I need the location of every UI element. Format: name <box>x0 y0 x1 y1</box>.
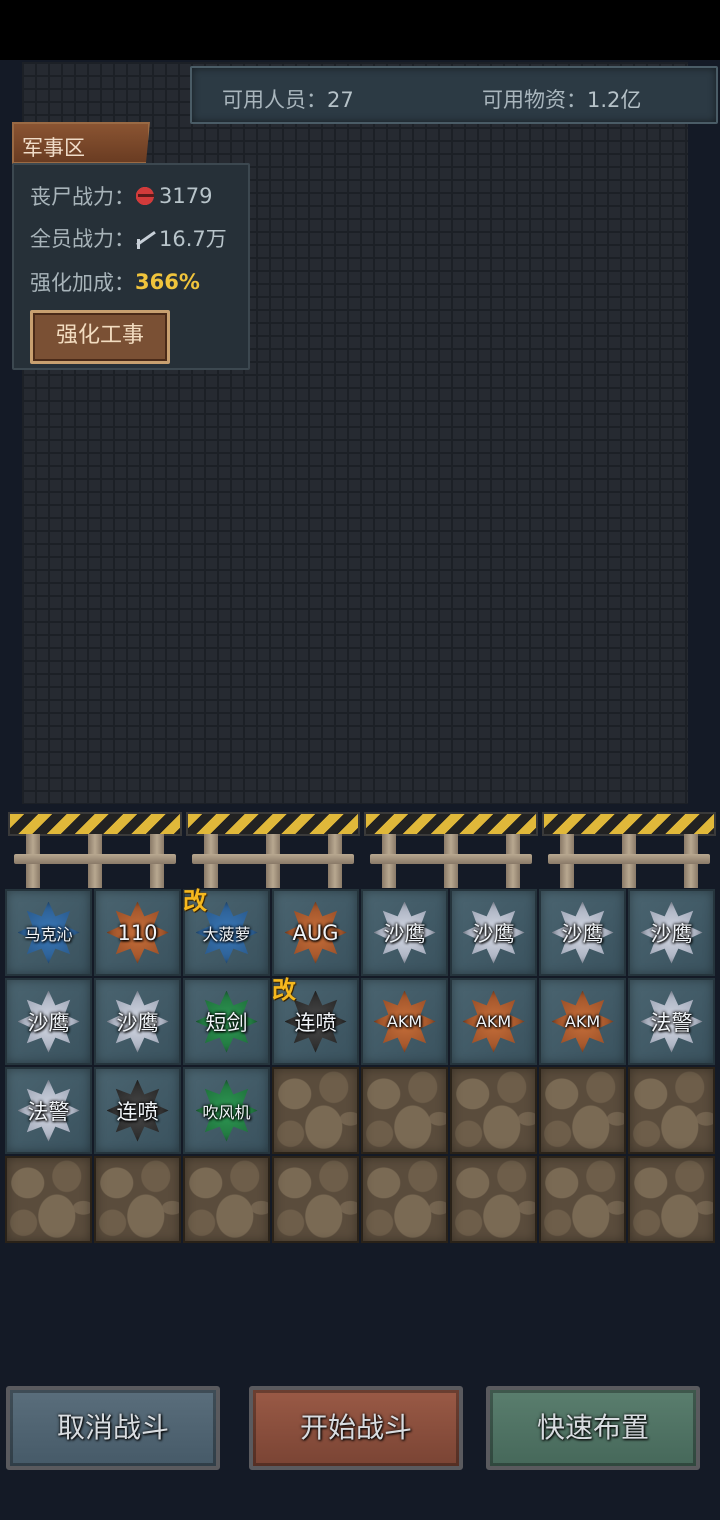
weapon-slot[interactable]: 沙鹰 <box>628 889 715 976</box>
weapon-grid: 马克沁 110 大菠萝改 AUG 沙鹰 沙鹰 沙鹰 沙鹰 沙鹰 沙鹰 短剑 连喷改 AKM AKM AKM 法… <box>4 887 716 1244</box>
weapon-slot[interactable]: AKM <box>361 978 448 1065</box>
weapon-label: 沙鹰 <box>27 1010 70 1035</box>
weapon-label: 吹风机 <box>202 1102 251 1122</box>
empty-slot[interactable] <box>361 1156 448 1243</box>
modified-tag: 改 <box>183 887 207 915</box>
available-people-label: 可用人员： <box>222 88 327 112</box>
weapon-slot[interactable]: 吹风机 <box>183 1067 270 1154</box>
available-people-value: 27 <box>327 88 354 112</box>
weapon-slot[interactable]: AKM <box>539 978 626 1065</box>
weapon-label: 沙鹰 <box>116 1010 159 1035</box>
barricade <box>542 812 716 888</box>
zombie-icon <box>135 185 157 207</box>
empty-slot[interactable] <box>272 1156 359 1243</box>
weapon-slot[interactable]: 法警 <box>5 1067 92 1154</box>
weapon-label: 马克沁 <box>24 924 73 944</box>
team-power-row: 全员战力： 16.7万 <box>30 223 227 253</box>
empty-slot[interactable] <box>183 1156 270 1243</box>
empty-slot[interactable] <box>539 1156 626 1243</box>
weapon-slot[interactable]: 沙鹰 <box>5 978 92 1065</box>
weapon-slot[interactable]: 大菠萝改 <box>183 887 270 976</box>
weapon-slot[interactable]: 短剑 <box>183 978 270 1065</box>
gun-icon <box>135 227 157 249</box>
status-bar <box>0 0 720 60</box>
weapon-label: 沙鹰 <box>650 921 693 946</box>
weapon-slot[interactable]: 沙鹰 <box>450 889 537 976</box>
weapon-slot[interactable]: 沙鹰 <box>539 889 626 976</box>
boost-label: 强化加成： <box>30 271 135 295</box>
modified-tag: 改 <box>272 976 296 1004</box>
available-people: 可用人员：27 <box>222 84 354 114</box>
weapon-label: AKM <box>564 1012 601 1031</box>
cancel-battle-button[interactable]: 取消战斗 <box>6 1386 220 1470</box>
weapon-slot[interactable]: 连喷 <box>94 1067 181 1154</box>
team-power-value: 16.7万 <box>159 227 227 251</box>
weapon-label: 沙鹰 <box>472 921 515 946</box>
team-power-label: 全员战力： <box>30 227 135 251</box>
empty-slot[interactable] <box>272 1067 359 1154</box>
boost-row: 强化加成： 366% <box>30 267 200 297</box>
empty-slot[interactable] <box>94 1156 181 1243</box>
barricade <box>364 812 538 888</box>
empty-slot[interactable] <box>361 1067 448 1154</box>
barricade <box>8 812 182 888</box>
weapon-label: 法警 <box>650 1010 693 1035</box>
zombie-power-label: 丧尸战力： <box>30 185 135 209</box>
empty-slot[interactable] <box>539 1067 626 1154</box>
empty-slot[interactable] <box>628 1067 715 1154</box>
weapon-slot[interactable]: 马克沁 <box>5 889 92 976</box>
empty-slot[interactable] <box>628 1156 715 1243</box>
weapon-slot[interactable]: 沙鹰 <box>94 978 181 1065</box>
available-supplies-label: 可用物资： <box>482 88 587 112</box>
weapon-label: 110 <box>117 920 158 945</box>
zombie-power-value: 3179 <box>159 184 213 208</box>
resource-bar: 可用人员：27 可用物资：1.2亿 <box>190 66 718 124</box>
available-supplies: 可用物资：1.2亿 <box>482 84 641 114</box>
weapon-label: 沙鹰 <box>383 921 426 946</box>
weapon-slot[interactable]: 沙鹰 <box>361 889 448 976</box>
weapon-label: 法警 <box>27 1099 70 1124</box>
weapon-slot[interactable]: 法警 <box>628 978 715 1065</box>
weapon-slot[interactable]: AKM <box>450 978 537 1065</box>
weapon-label: 短剑 <box>205 1010 248 1035</box>
weapon-slot[interactable]: AUG <box>272 889 359 976</box>
weapon-slot[interactable]: 110 <box>94 889 181 976</box>
barricade <box>186 812 360 888</box>
weapon-label: 沙鹰 <box>561 921 604 946</box>
available-supplies-value: 1.2亿 <box>587 88 642 112</box>
weapon-label: AUG <box>292 920 339 945</box>
empty-slot[interactable] <box>450 1067 537 1154</box>
empty-slot[interactable] <box>5 1156 92 1243</box>
weapon-label: 连喷 <box>116 1099 159 1124</box>
zombie-power-row: 丧尸战力： 3179 <box>30 181 212 211</box>
stats-panel: 丧尸战力： 3179 全员战力： 16.7万 强化加成： 366% 强化工事 <box>12 163 250 370</box>
boost-value: 366% <box>135 270 200 294</box>
empty-slot[interactable] <box>450 1156 537 1243</box>
zone-tab: 军事区 <box>12 122 150 164</box>
fortify-button[interactable]: 强化工事 <box>30 310 170 364</box>
start-battle-button[interactable]: 开始战斗 <box>249 1386 463 1470</box>
weapon-slot[interactable]: 连喷改 <box>272 976 359 1065</box>
weapon-label: AKM <box>475 1012 512 1031</box>
quick-deploy-button[interactable]: 快速布置 <box>486 1386 700 1470</box>
weapon-label: AKM <box>386 1012 423 1031</box>
